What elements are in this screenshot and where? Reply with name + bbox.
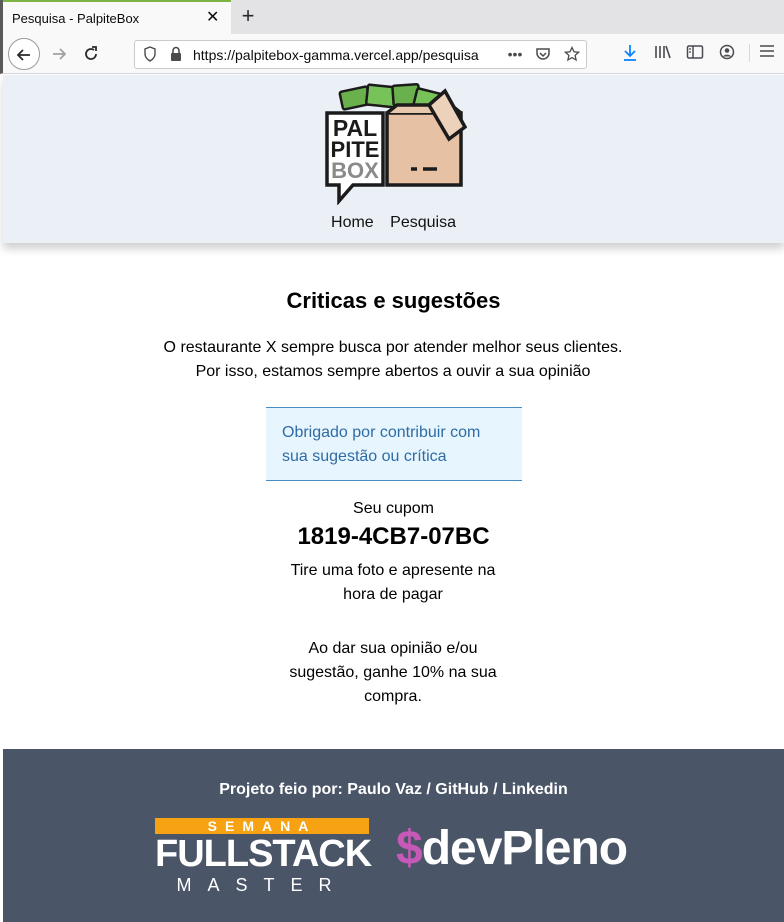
browser-tab[interactable]: Pesquisa - PalpiteBox ✕ — [3, 0, 231, 34]
browser-tab-bar: Pesquisa - PalpiteBox ✕ + — [0, 0, 784, 34]
credits-sep: / — [488, 781, 502, 798]
github-link[interactable]: GitHub — [435, 781, 488, 798]
menu-icon[interactable] — [749, 44, 777, 62]
intro-line-1: O restaurante X sempre busca por atender… — [163, 339, 623, 356]
intro-text: O restaurante X sempre busca por atender… — [143, 336, 643, 384]
nav-home-link[interactable]: Home — [331, 214, 374, 231]
forward-icon[interactable] — [43, 38, 75, 70]
lock-icon[interactable] — [167, 46, 185, 65]
devpleno-logo[interactable]: $devPleno — [396, 821, 628, 881]
more-icon[interactable]: ••• — [506, 46, 524, 62]
footer-credits: Projeto feio por: Paulo Vaz / GitHub / L… — [3, 781, 784, 799]
coupon-code: 1819-4CB7-07BC — [297, 523, 490, 550]
credits-sep: / — [421, 781, 436, 798]
devpleno-text: devPleno — [421, 822, 628, 875]
tab-title: Pesquisa - PalpiteBox — [12, 11, 140, 26]
fsm-semana-text: SEMANA — [207, 818, 317, 834]
intro-line-2: Por isso, estamos sempre abertos a ouvir… — [195, 363, 591, 380]
fsm-fullstack-text: FULLSTACK — [155, 833, 372, 875]
coupon-hint: Tire uma foto e apresente na hora de pag… — [290, 562, 496, 603]
site-header: PAL PITE BOX Home Pesquisa — [3, 75, 784, 243]
back-icon[interactable] — [8, 38, 40, 70]
fullstack-master-logo[interactable]: SEMANA FULLSTACK MASTER — [155, 818, 372, 895]
palpitebox-logo[interactable]: PAL PITE BOX — [319, 83, 467, 205]
star-icon[interactable] — [563, 45, 581, 65]
tab-close-icon[interactable]: ✕ — [206, 10, 219, 26]
new-tab-button[interactable]: + — [236, 4, 260, 28]
site-nav: Home Pesquisa — [3, 214, 784, 232]
coupon-label: Seu cupom — [353, 500, 434, 517]
library-icon[interactable] — [653, 44, 673, 64]
account-icon[interactable] — [717, 44, 737, 64]
main-content: Criticas e sugestões O restaurante X sem… — [3, 243, 784, 749]
site-footer: Projeto feio por: Paulo Vaz / GitHub / L… — [3, 749, 784, 922]
logo-box-text: BOX — [331, 158, 379, 183]
promo-text: Ao dar sua opinião e/ou sugestão, ganhe … — [289, 640, 497, 705]
shield-icon[interactable] — [141, 46, 159, 65]
devpleno-dollar: $ — [396, 822, 423, 875]
author-link[interactable]: Paulo Vaz — [347, 781, 422, 798]
page-title: Criticas e sugestões — [286, 288, 501, 313]
linkedin-link[interactable]: Linkedin — [502, 781, 568, 798]
browser-toolbar: https://palpitebox-gamma.vercel.app/pesq… — [0, 34, 784, 74]
url-bar[interactable]: https://palpitebox-gamma.vercel.app/pesq… — [134, 40, 587, 69]
nav-pesquisa-link[interactable]: Pesquisa — [390, 214, 456, 231]
reload-icon[interactable] — [75, 38, 107, 70]
success-alert: Obrigado por contribuir com sua sugestão… — [266, 407, 522, 481]
pocket-icon[interactable] — [534, 46, 552, 65]
url-text: https://palpitebox-gamma.vercel.app/pesq… — [193, 47, 479, 63]
credits-prefix: Projeto feio por: — [219, 781, 348, 798]
download-icon[interactable] — [620, 44, 640, 66]
page: PAL PITE BOX Home Pesquisa Criticas e su… — [3, 75, 784, 922]
sidebar-icon[interactable] — [685, 44, 705, 64]
fsm-master-text: MASTER — [176, 875, 348, 895]
